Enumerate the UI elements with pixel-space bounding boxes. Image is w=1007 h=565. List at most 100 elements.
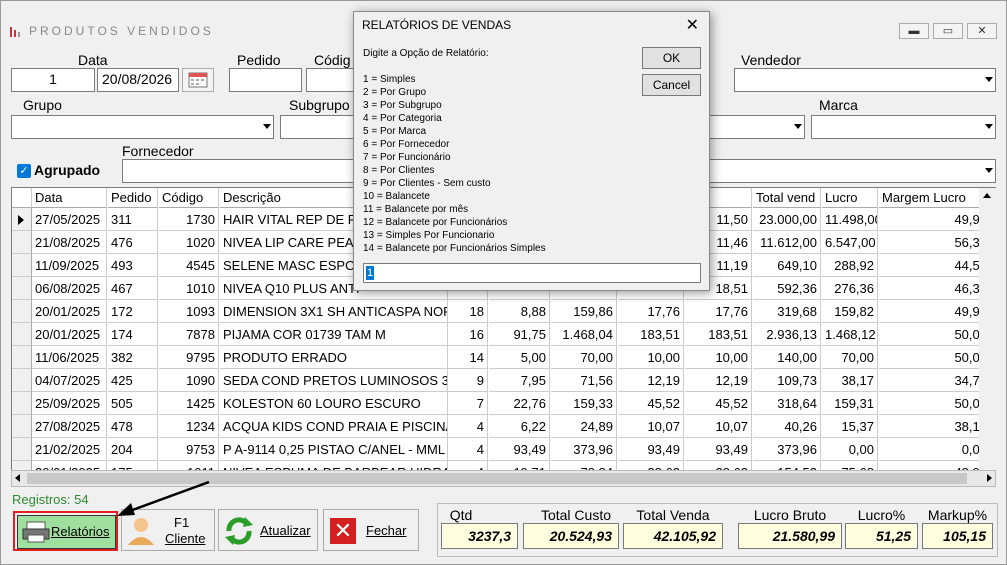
scroll-left-icon[interactable] bbox=[15, 474, 20, 482]
table-cell[interactable]: PIJAMA COR 01739 TAM M bbox=[220, 323, 448, 346]
table-cell[interactable]: 6,22 bbox=[489, 415, 550, 438]
table-cell[interactable]: 06/08/2025 bbox=[32, 277, 107, 300]
table-cell[interactable]: 11.612,00 bbox=[753, 231, 821, 254]
table-cell[interactable]: 1093 bbox=[159, 300, 219, 323]
row-indicator[interactable] bbox=[12, 369, 32, 392]
table-cell[interactable]: 17,76 bbox=[685, 300, 752, 323]
table-cell[interactable]: 1090 bbox=[159, 369, 219, 392]
table-cell[interactable]: 21/08/2025 bbox=[32, 231, 107, 254]
table-cell[interactable]: 7,95 bbox=[489, 369, 550, 392]
table-cell[interactable]: 478 bbox=[108, 415, 158, 438]
table-cell[interactable]: 1.468,04 bbox=[551, 323, 617, 346]
pedido-input[interactable] bbox=[229, 68, 302, 92]
table-cell[interactable]: 18 bbox=[448, 300, 488, 323]
column-header[interactable]: Data bbox=[32, 188, 107, 208]
table-cell[interactable]: 49,99 bbox=[879, 300, 991, 323]
table-cell[interactable]: 8,88 bbox=[489, 300, 550, 323]
table-cell[interactable]: 12,19 bbox=[685, 369, 752, 392]
table-cell[interactable]: 38,17 bbox=[822, 369, 878, 392]
table-cell[interactable]: 11/09/2025 bbox=[32, 254, 107, 277]
relatorios-button[interactable]: Relatórios bbox=[13, 511, 118, 551]
table-cell[interactable]: 46,39 bbox=[879, 277, 991, 300]
table-cell[interactable]: 20/01/2025 bbox=[32, 300, 107, 323]
table-cell[interactable]: 1020 bbox=[159, 231, 219, 254]
table-cell[interactable]: 44,51 bbox=[879, 254, 991, 277]
agrupado-checkbox[interactable]: ✓ bbox=[17, 164, 31, 178]
table-cell[interactable]: 70,00 bbox=[822, 346, 878, 369]
calendar-icon[interactable] bbox=[182, 68, 214, 92]
column-header[interactable]: Pedido bbox=[108, 188, 158, 208]
column-header[interactable]: Margem Lucro bbox=[879, 188, 991, 208]
table-cell[interactable]: 9753 bbox=[159, 438, 219, 461]
table-cell[interactable]: 27/08/2025 bbox=[32, 415, 107, 438]
close-button[interactable]: ✕ bbox=[967, 23, 997, 39]
table-cell[interactable]: 373,96 bbox=[551, 438, 617, 461]
dialog-option-input[interactable]: 1 bbox=[363, 263, 701, 283]
table-cell[interactable]: 93,49 bbox=[489, 438, 550, 461]
data-number-input[interactable]: 1 bbox=[11, 68, 95, 92]
table-cell[interactable]: 159,31 bbox=[822, 392, 878, 415]
vendedor-combo[interactable] bbox=[734, 68, 996, 92]
table-cell[interactable]: 22,76 bbox=[489, 392, 550, 415]
table-cell[interactable]: 11/06/2025 bbox=[32, 346, 107, 369]
table-cell[interactable]: 50,00 bbox=[879, 392, 991, 415]
table-cell[interactable]: 318,64 bbox=[753, 392, 821, 415]
table-cell[interactable]: 649,10 bbox=[753, 254, 821, 277]
table-cell[interactable]: 1234 bbox=[159, 415, 219, 438]
table-cell[interactable]: 311 bbox=[108, 208, 158, 231]
table-cell[interactable]: 70,00 bbox=[551, 346, 617, 369]
table-cell[interactable]: 10,07 bbox=[618, 415, 684, 438]
table-cell[interactable]: 50,00 bbox=[879, 346, 991, 369]
table-cell[interactable]: 109,73 bbox=[753, 369, 821, 392]
table-cell[interactable]: 25/09/2025 bbox=[32, 392, 107, 415]
table-cell[interactable]: 467 bbox=[108, 277, 158, 300]
table-cell[interactable]: 172 bbox=[108, 300, 158, 323]
subgrupo-combo[interactable] bbox=[280, 115, 355, 139]
table-cell[interactable]: 1730 bbox=[159, 208, 219, 231]
table-cell[interactable]: P A-9114 0,25 PISTAO C/ANEL - MML bbox=[220, 438, 448, 461]
table-cell[interactable]: 288,92 bbox=[822, 254, 878, 277]
table-cell[interactable]: 10,00 bbox=[618, 346, 684, 369]
table-cell[interactable]: 7878 bbox=[159, 323, 219, 346]
table-cell[interactable]: 50,00 bbox=[879, 323, 991, 346]
table-cell[interactable]: PRODUTO ERRADO bbox=[220, 346, 448, 369]
table-cell[interactable]: 91,75 bbox=[489, 323, 550, 346]
table-cell[interactable]: 34,78 bbox=[879, 369, 991, 392]
table-cell[interactable]: 93,49 bbox=[618, 438, 684, 461]
table-cell[interactable]: 1.468,12 bbox=[822, 323, 878, 346]
codigo-input[interactable] bbox=[306, 68, 356, 92]
table-cell[interactable]: 0,00 bbox=[822, 438, 878, 461]
table-cell[interactable]: 20/01/2025 bbox=[32, 323, 107, 346]
dialog-close-icon[interactable]: ✕ bbox=[686, 15, 699, 35]
table-cell[interactable]: 9795 bbox=[159, 346, 219, 369]
table-cell[interactable]: 4545 bbox=[159, 254, 219, 277]
row-indicator[interactable] bbox=[12, 438, 32, 461]
scroll-up-icon[interactable] bbox=[983, 193, 991, 198]
table-cell[interactable]: 183,51 bbox=[685, 323, 752, 346]
table-cell[interactable]: 9 bbox=[448, 369, 488, 392]
table-cell[interactable]: 40,26 bbox=[753, 415, 821, 438]
table-cell[interactable]: 24,89 bbox=[551, 415, 617, 438]
table-cell[interactable]: 11.498,00 bbox=[822, 208, 878, 231]
table-cell[interactable]: 159,82 bbox=[822, 300, 878, 323]
table-cell[interactable]: 140,00 bbox=[753, 346, 821, 369]
row-indicator[interactable] bbox=[12, 323, 32, 346]
table-cell[interactable]: 5,00 bbox=[489, 346, 550, 369]
table-cell[interactable]: 23.000,00 bbox=[753, 208, 821, 231]
data-date-input[interactable]: 20/08/2026 bbox=[97, 68, 179, 92]
row-indicator[interactable] bbox=[12, 392, 32, 415]
scroll-right-icon[interactable] bbox=[987, 474, 992, 482]
table-cell[interactable]: 93,49 bbox=[685, 438, 752, 461]
table-cell[interactable]: 45,52 bbox=[618, 392, 684, 415]
table-cell[interactable]: 27/05/2025 bbox=[32, 208, 107, 231]
marca-combo[interactable] bbox=[811, 115, 996, 139]
row-indicator[interactable] bbox=[12, 208, 32, 231]
row-indicator[interactable] bbox=[12, 346, 32, 369]
table-cell[interactable]: 476 bbox=[108, 231, 158, 254]
table-cell[interactable]: DIMENSION 3X1 SH ANTICASPA NORS bbox=[220, 300, 448, 323]
maximize-button[interactable]: ▭ bbox=[933, 23, 963, 39]
table-cell[interactable]: 319,68 bbox=[753, 300, 821, 323]
table-cell[interactable]: 382 bbox=[108, 346, 158, 369]
row-indicator[interactable] bbox=[12, 415, 32, 438]
table-cell[interactable]: 4 bbox=[448, 415, 488, 438]
